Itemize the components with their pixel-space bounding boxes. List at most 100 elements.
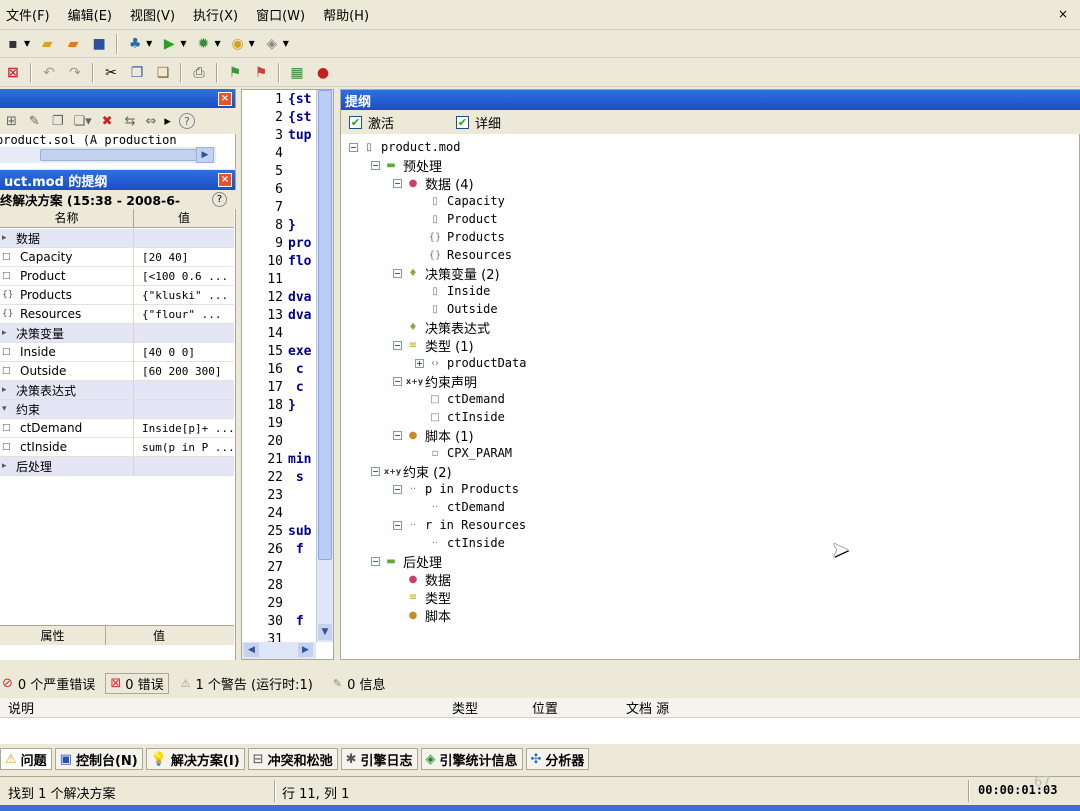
collapse-icon[interactable]: − — [393, 430, 402, 440]
scroll-thumb[interactable] — [40, 149, 200, 161]
open-project-icon[interactable]: ▰ — [63, 34, 83, 54]
collapse-icon[interactable]: − — [393, 520, 402, 530]
close-solution-panel-icon[interactable]: × — [218, 173, 232, 187]
layout-icon[interactable]: ▦ — [287, 63, 307, 83]
grid-category-row[interactable]: ▸ 决策表达式 — [0, 381, 234, 400]
tree-node[interactable]: ▯ Product — [415, 210, 497, 228]
tab-conflicts[interactable]: ⊟ 冲突和松弛 — [247, 748, 338, 770]
collapse-icon[interactable]: − — [371, 466, 380, 476]
tree-node[interactable]: − ● 数据 (4) — [393, 174, 474, 193]
scroll-right-arrow-icon[interactable]: ▶ — [298, 643, 313, 657]
dropdown-arrow-icon[interactable]: ▼ — [249, 39, 255, 48]
detail-checkbox[interactable]: ✔ — [456, 115, 470, 129]
code-line[interactable]: 17 c — [242, 380, 317, 398]
tree-node[interactable]: − ·· p in Products — [393, 480, 519, 498]
col-document[interactable]: 文档 源 — [626, 698, 669, 717]
menu-item[interactable]: 编辑(E) — [68, 5, 112, 24]
code-line[interactable]: 4 — [242, 146, 317, 164]
error-filter[interactable]: ⊠ 0 错误 — [105, 672, 169, 694]
tab-engine-stats[interactable]: ◈ 引擎统计信息 — [420, 748, 523, 770]
code-line[interactable]: 5 — [242, 164, 317, 182]
tree-node[interactable]: {} Resources — [415, 246, 512, 264]
code-line[interactable]: 11 — [242, 272, 317, 290]
close-file-icon[interactable]: ⊠ — [3, 63, 23, 83]
copy-icon[interactable]: ❐ — [127, 63, 147, 83]
code-line[interactable]: 1 {st — [242, 92, 317, 110]
menu-item[interactable]: 执行(X) — [193, 5, 238, 24]
active-checkbox[interactable]: ✔ — [349, 115, 362, 129]
code-line[interactable]: 7 — [242, 200, 317, 218]
tree-node[interactable]: − ≡ 类型 (1) — [393, 336, 474, 355]
prop-name-header[interactable]: 属性 — [0, 626, 106, 645]
code-line[interactable]: 15 exe — [242, 344, 317, 362]
solution-help-icon[interactable]: ? — [212, 192, 227, 207]
code-line[interactable]: 23 — [242, 488, 317, 506]
window-close-icon[interactable]: × — [1058, 7, 1068, 21]
tab-profiler[interactable]: ✣ 分析器 — [525, 748, 590, 770]
code-line[interactable]: 14 — [242, 326, 317, 344]
panel-tool-icon[interactable]: ⊞ — [6, 114, 17, 129]
redo-icon[interactable]: ↷ — [65, 63, 85, 83]
panel-tool-icon[interactable]: ✎ — [29, 114, 40, 129]
run-icon[interactable]: ▶ — [159, 34, 179, 54]
tab-engine-log[interactable]: ✱ 引擎日志 — [340, 748, 418, 770]
severe-error-count[interactable]: 0 个严重错误 — [18, 674, 95, 693]
undo-icon[interactable]: ↶ — [39, 63, 59, 83]
tree-node[interactable]: □ ctDemand — [415, 390, 505, 408]
panel-next-icon[interactable]: ▸ — [164, 114, 171, 129]
collapse-icon[interactable]: − — [371, 556, 380, 566]
code-line[interactable]: 28 — [242, 578, 317, 596]
next-annotation-icon[interactable]: ⚑ — [225, 63, 245, 83]
print-icon[interactable]: ⎙ — [189, 63, 209, 83]
grid-row[interactable]: □ Capacity [20 40] — [0, 248, 234, 267]
code-line[interactable]: 3 tup — [242, 128, 317, 146]
code-line[interactable]: 24 — [242, 506, 317, 524]
tree-node[interactable]: ·· ctDemand — [415, 498, 505, 516]
run-config-icon[interactable]: ♣ — [125, 34, 145, 54]
menu-item[interactable]: 视图(V) — [130, 5, 175, 24]
grid-row[interactable]: {} Resources {"flour" ... — [0, 305, 234, 324]
grid-category-row[interactable]: ▸ 后处理 — [0, 457, 234, 476]
info-count[interactable]: 0 信息 — [347, 674, 385, 693]
code-line[interactable]: 27 — [242, 560, 317, 578]
dropdown-arrow-icon[interactable]: ▼ — [180, 39, 186, 48]
tree-node[interactable]: − ·· r in Resources — [393, 516, 526, 534]
collapse-icon[interactable]: − — [393, 268, 402, 278]
grid-row[interactable]: {} Products {"kluski" ... — [0, 286, 234, 305]
code-line[interactable]: 10 flo — [242, 254, 317, 272]
col-type[interactable]: 类型 — [452, 698, 532, 717]
dropdown-arrow-icon[interactable]: ▼ — [283, 39, 289, 48]
code-line[interactable]: 13 dva — [242, 308, 317, 326]
grid-row[interactable]: □ Inside [40 0 0] — [0, 343, 234, 362]
col-description[interactable]: 说明 — [8, 698, 452, 717]
code-line[interactable]: 26 f — [242, 542, 317, 560]
tree-node[interactable]: ▯ Outside — [415, 300, 497, 318]
tree-node[interactable]: ·· ctInside — [415, 534, 505, 552]
tree-node[interactable]: ▫ CPX_PARAM — [415, 444, 512, 462]
tree-node[interactable]: ▯ Inside — [415, 282, 490, 300]
collapse-icon[interactable]: − — [349, 142, 358, 152]
debug-icon[interactable]: ✹ — [193, 34, 213, 54]
tree-node[interactable]: ♦ 决策表达式 — [393, 318, 491, 337]
prop-value-header[interactable]: 值 — [106, 626, 212, 645]
grid-category-row[interactable]: ▸ 数据 — [0, 229, 234, 248]
tab-console[interactable]: ▣ 控制台(N) — [54, 748, 143, 770]
collapse-icon[interactable]: − — [371, 160, 380, 170]
panel-tool-icon[interactable]: ❏▾ — [73, 114, 91, 129]
grid-row[interactable]: □ Outside [60 200 300] — [0, 362, 234, 381]
scroll-right-button[interactable]: ▶ — [196, 147, 214, 163]
save-icon[interactable]: ■ — [89, 34, 109, 54]
tree-node[interactable]: − ▬ 预处理 — [371, 156, 442, 175]
tree-node[interactable]: − ♦ 决策变量 (2) — [393, 264, 500, 283]
code-line[interactable]: 12 dva — [242, 290, 317, 308]
delete-icon[interactable]: ✖ — [102, 114, 113, 129]
code-line[interactable]: 22 s — [242, 470, 317, 488]
code-line[interactable]: 19 — [242, 416, 317, 434]
collapse-icon[interactable]: − — [393, 178, 402, 188]
grid-row[interactable]: □ Product [<100 0.6 ... — [0, 267, 234, 286]
menu-item[interactable]: 文件(F) — [6, 5, 50, 24]
code-line[interactable]: 2 {st — [242, 110, 317, 128]
grid-row[interactable]: □ ctDemand Inside[p]+ ... — [0, 419, 234, 438]
expand-icon[interactable]: ▸ — [2, 385, 16, 395]
grid-category-row[interactable]: ▸ 决策变量 — [0, 324, 234, 343]
